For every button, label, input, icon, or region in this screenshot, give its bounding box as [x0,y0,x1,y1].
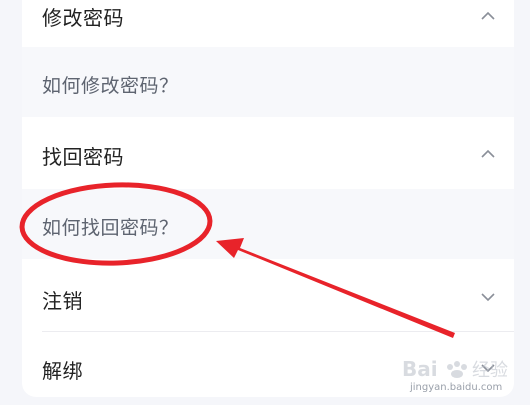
faq-answer-text[interactable]: 如何找回密码？ [42,213,179,240]
faq-title: 注销 [42,289,83,313]
faq-answer-text[interactable]: 如何修改密码？ [42,71,179,98]
chevron-down-icon[interactable] [480,289,496,305]
faq-answer-change-password[interactable]: 如何修改密码？ [22,47,514,117]
faq-title: 找回密码 [42,145,124,169]
faq-header-cancel-account[interactable]: 注销 [22,259,514,331]
faq-title: 修改密码 [42,6,124,30]
faq-title: 解绑 [42,359,83,383]
faq-card: 修改密码 如何修改密码？ 找回密码 如何找回密码？ 注销 解绑 [22,0,514,397]
faq-answer-recover-password[interactable]: 如何找回密码？ [22,189,514,259]
svg-text:经验: 经验 [472,360,508,381]
account-faq-page: 修改密码 如何修改密码？ 找回密码 如何找回密码？ 注销 解绑 Bai 经验 j… [0,0,530,405]
svg-text:Bai: Bai [402,357,438,381]
faq-header-recover-password[interactable]: 找回密码 [22,117,514,189]
chevron-up-icon[interactable] [480,8,496,24]
faq-header-change-password[interactable]: 修改密码 [22,0,514,47]
chevron-up-icon[interactable] [480,146,496,162]
watermark-url: jingyan.baidu.com [410,382,503,393]
